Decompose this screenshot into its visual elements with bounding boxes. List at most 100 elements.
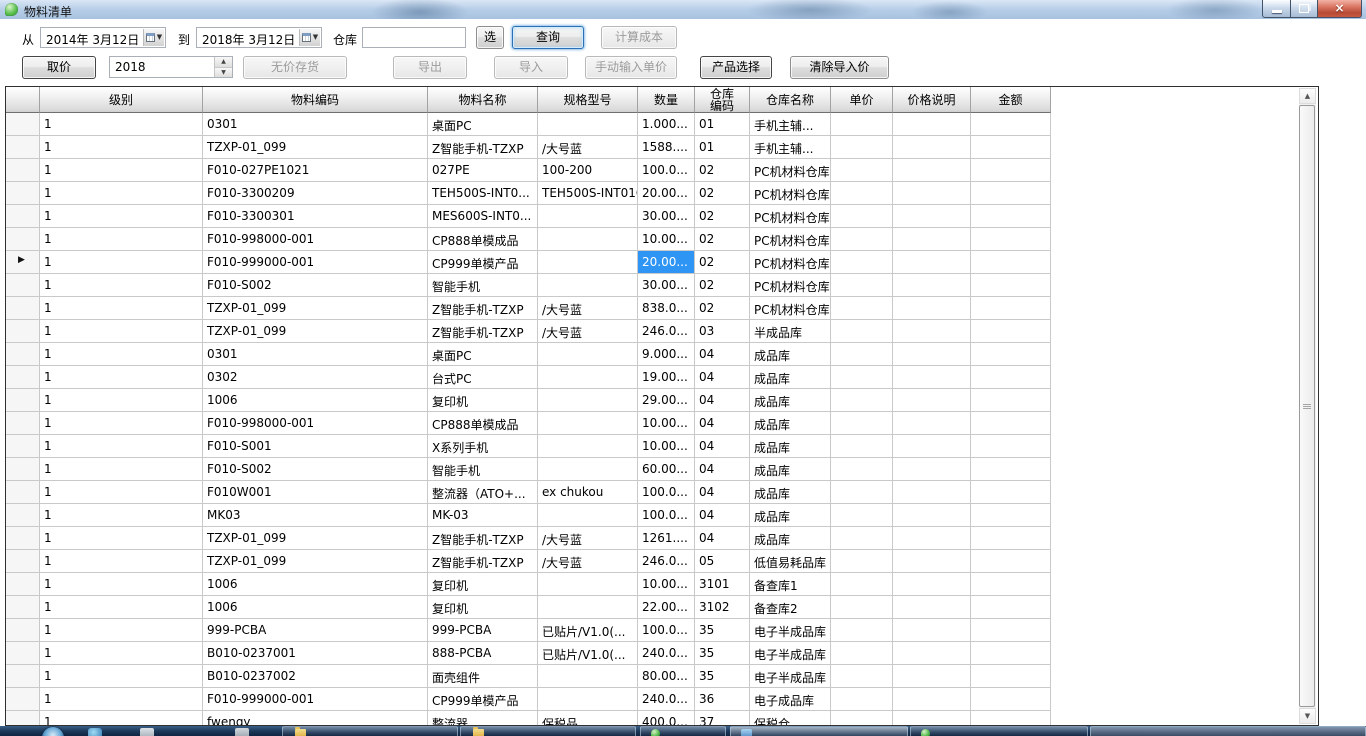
table-cell[interactable]: 0301: [203, 113, 428, 136]
query-button[interactable]: 查询: [512, 26, 584, 49]
table-cell[interactable]: [538, 366, 638, 389]
table-cell[interactable]: F010-3300301: [203, 205, 428, 228]
table-cell[interactable]: 0302: [203, 366, 428, 389]
table-cell[interactable]: 1: [40, 320, 203, 343]
table-cell[interactable]: [831, 550, 893, 573]
table-cell[interactable]: [831, 688, 893, 711]
table-cell[interactable]: [893, 274, 971, 297]
row-selector-cell[interactable]: [6, 435, 40, 458]
table-cell[interactable]: 02: [695, 159, 750, 182]
column-header-8[interactable]: 价格说明: [893, 87, 971, 113]
table-cell[interactable]: F010-998000-001: [203, 412, 428, 435]
table-cell[interactable]: 100-200: [538, 159, 638, 182]
table-cell[interactable]: Z智能手机-TZXP: [428, 297, 538, 320]
table-cell[interactable]: 1006: [203, 389, 428, 412]
table-cell[interactable]: [971, 711, 1051, 726]
table-cell[interactable]: [831, 711, 893, 726]
row-selector-cell[interactable]: [6, 596, 40, 619]
table-cell[interactable]: [893, 642, 971, 665]
column-header-9[interactable]: 金额: [971, 87, 1051, 113]
table-cell[interactable]: [893, 504, 971, 527]
table-cell[interactable]: 智能手机: [428, 458, 538, 481]
table-cell[interactable]: [831, 343, 893, 366]
row-selector-cell[interactable]: [6, 504, 40, 527]
minimize-button[interactable]: [1262, 0, 1290, 18]
table-cell[interactable]: 成品库: [750, 343, 831, 366]
table-cell[interactable]: [971, 619, 1051, 642]
table-cell[interactable]: [893, 205, 971, 228]
table-cell[interactable]: [538, 251, 638, 274]
table-cell[interactable]: CP888单模成品: [428, 228, 538, 251]
table-cell[interactable]: [971, 389, 1051, 412]
table-cell[interactable]: 1: [40, 159, 203, 182]
table-cell[interactable]: 手机主辅...: [750, 136, 831, 159]
column-header-4[interactable]: 数量: [638, 87, 695, 113]
table-cell[interactable]: [831, 504, 893, 527]
column-header-6[interactable]: 仓库名称: [750, 87, 831, 113]
column-header-3[interactable]: 规格型号: [538, 87, 638, 113]
table-cell[interactable]: 01: [695, 136, 750, 159]
table-cell[interactable]: [893, 343, 971, 366]
table-cell[interactable]: [893, 550, 971, 573]
table-cell[interactable]: 04: [695, 481, 750, 504]
table-cell[interactable]: 1: [40, 711, 203, 726]
table-cell[interactable]: [538, 113, 638, 136]
table-cell[interactable]: 240.0...: [638, 688, 695, 711]
table-cell[interactable]: [893, 297, 971, 320]
table-cell[interactable]: PC机材料仓库: [750, 297, 831, 320]
row-selector-cell[interactable]: [6, 619, 40, 642]
table-cell[interactable]: 1: [40, 228, 203, 251]
table-cell[interactable]: 100.0...: [638, 159, 695, 182]
table-cell[interactable]: 04: [695, 527, 750, 550]
table-cell[interactable]: 1: [40, 182, 203, 205]
table-cell[interactable]: [831, 297, 893, 320]
table-cell[interactable]: 1588....: [638, 136, 695, 159]
table-cell[interactable]: [971, 596, 1051, 619]
table-cell[interactable]: 04: [695, 412, 750, 435]
table-cell[interactable]: PC机材料仓库: [750, 274, 831, 297]
table-cell[interactable]: 04: [695, 343, 750, 366]
clear-import-price-button[interactable]: 清除导入价: [790, 56, 889, 79]
row-selector-cell[interactable]: [6, 205, 40, 228]
table-cell[interactable]: 电子成品库: [750, 688, 831, 711]
table-cell[interactable]: CP999单模产品: [428, 688, 538, 711]
scroll-down-button[interactable]: ▼: [1299, 708, 1316, 724]
table-cell[interactable]: 1: [40, 688, 203, 711]
to-date-picker[interactable]: 2018年 3月12日 ▼: [196, 27, 322, 48]
row-selector-cell[interactable]: [6, 343, 40, 366]
table-cell[interactable]: [538, 228, 638, 251]
table-cell[interactable]: F010-3300209: [203, 182, 428, 205]
table-cell[interactable]: [538, 688, 638, 711]
table-cell[interactable]: 1: [40, 481, 203, 504]
table-cell[interactable]: B010-0237001: [203, 642, 428, 665]
table-cell[interactable]: [831, 228, 893, 251]
table-cell[interactable]: 1261....: [638, 527, 695, 550]
table-cell[interactable]: F010-999000-001: [203, 251, 428, 274]
table-cell[interactable]: 37: [695, 711, 750, 726]
table-cell[interactable]: TEH500S-INT01C: [538, 182, 638, 205]
table-cell[interactable]: [538, 573, 638, 596]
table-cell[interactable]: [971, 343, 1051, 366]
row-selector-cell[interactable]: [6, 159, 40, 182]
table-cell[interactable]: TZXP-01_099: [203, 527, 428, 550]
table-cell[interactable]: 成品库: [750, 389, 831, 412]
table-cell[interactable]: 1006: [203, 573, 428, 596]
table-cell[interactable]: 03: [695, 320, 750, 343]
table-cell[interactable]: 已贴片/V1.0(...: [538, 619, 638, 642]
table-cell[interactable]: 保税仓: [750, 711, 831, 726]
table-cell[interactable]: 复印机: [428, 596, 538, 619]
row-selector-cell[interactable]: [6, 320, 40, 343]
restore-button[interactable]: [1290, 0, 1318, 18]
table-cell[interactable]: 19.00...: [638, 366, 695, 389]
table-cell[interactable]: [831, 205, 893, 228]
table-cell[interactable]: 100.0...: [638, 481, 695, 504]
calc-cost-button[interactable]: 计算成本: [601, 26, 677, 49]
column-header-0[interactable]: 级别: [40, 87, 203, 113]
table-cell[interactable]: 02: [695, 251, 750, 274]
table-cell[interactable]: 桌面PC: [428, 343, 538, 366]
table-cell[interactable]: [971, 205, 1051, 228]
current-row-marker[interactable]: ▶: [6, 251, 40, 274]
taskbar-window-button[interactable]: [1090, 726, 1366, 736]
table-cell[interactable]: 桌面PC: [428, 113, 538, 136]
table-cell[interactable]: [538, 389, 638, 412]
